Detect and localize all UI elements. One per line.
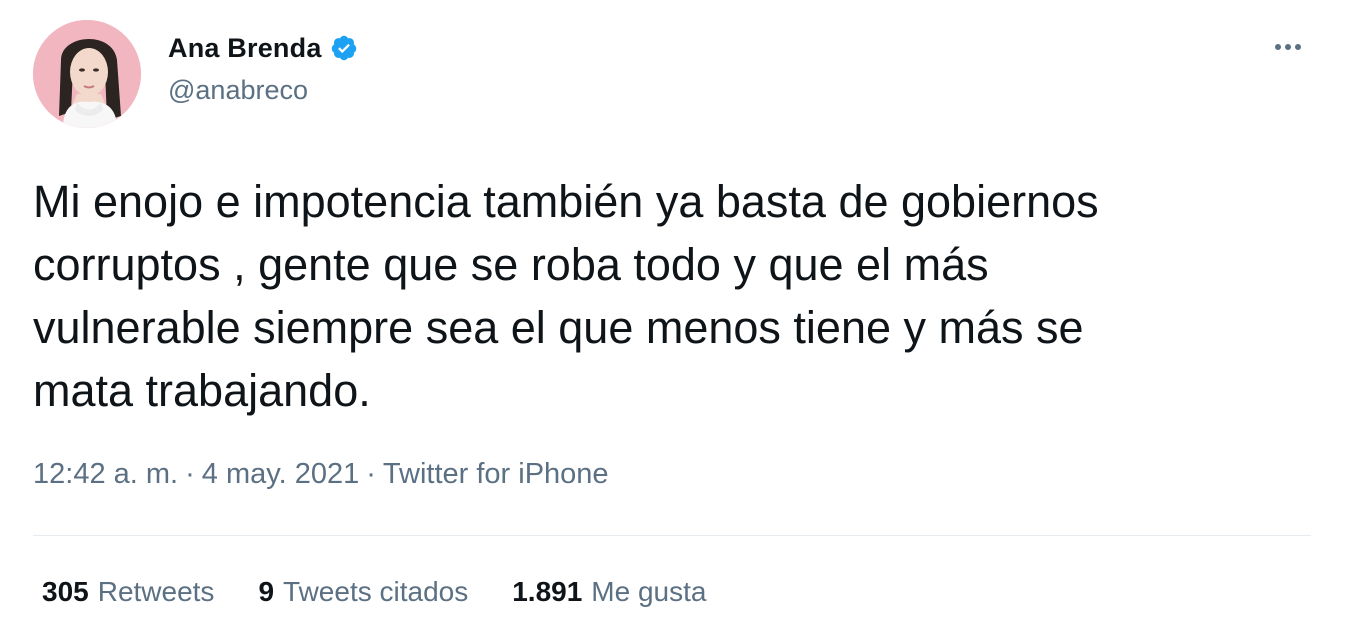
quote-tweets-count: 9: [258, 576, 275, 607]
tweet-date[interactable]: 4 may. 2021: [202, 458, 359, 491]
tweet-source[interactable]: Twitter for iPhone: [383, 458, 609, 491]
profile-photo: [33, 20, 141, 128]
tweet-text: Mi enojo e impotencia también ya basta d…: [33, 176, 1099, 416]
author-name-row: Ana Brenda: [168, 30, 358, 66]
retweets-stat[interactable]: 305 Retweets: [42, 576, 214, 608]
tweet-stats: 305 Retweets 9 Tweets citados 1.891 Me g…: [42, 576, 750, 608]
retweets-label: Retweets: [97, 576, 215, 607]
author-handle[interactable]: @anabreco: [168, 75, 308, 106]
meta-separator: ·: [366, 458, 376, 490]
more-horizontal-icon: [1275, 44, 1281, 50]
likes-label: Me gusta: [591, 576, 707, 607]
likes-stat[interactable]: 1.891 Me gusta: [512, 576, 706, 608]
more-options-button[interactable]: [1266, 32, 1310, 62]
author-display-name[interactable]: Ana Brenda: [168, 33, 322, 64]
more-horizontal-icon: [1295, 44, 1301, 50]
divider: [33, 535, 1311, 536]
verified-badge-icon: [330, 34, 358, 62]
avatar[interactable]: [33, 20, 141, 128]
quote-tweets-label: Tweets citados: [283, 576, 469, 607]
meta-separator: ·: [185, 458, 195, 490]
likes-count: 1.891: [512, 576, 583, 607]
tweet-meta: 12:42 a. m. · 4 may. 2021 · Twitter for …: [33, 458, 609, 491]
quote-tweets-stat[interactable]: 9 Tweets citados: [258, 576, 468, 608]
retweets-count: 305: [42, 576, 89, 607]
tweet-time[interactable]: 12:42 a. m.: [33, 458, 178, 491]
more-horizontal-icon: [1285, 44, 1291, 50]
